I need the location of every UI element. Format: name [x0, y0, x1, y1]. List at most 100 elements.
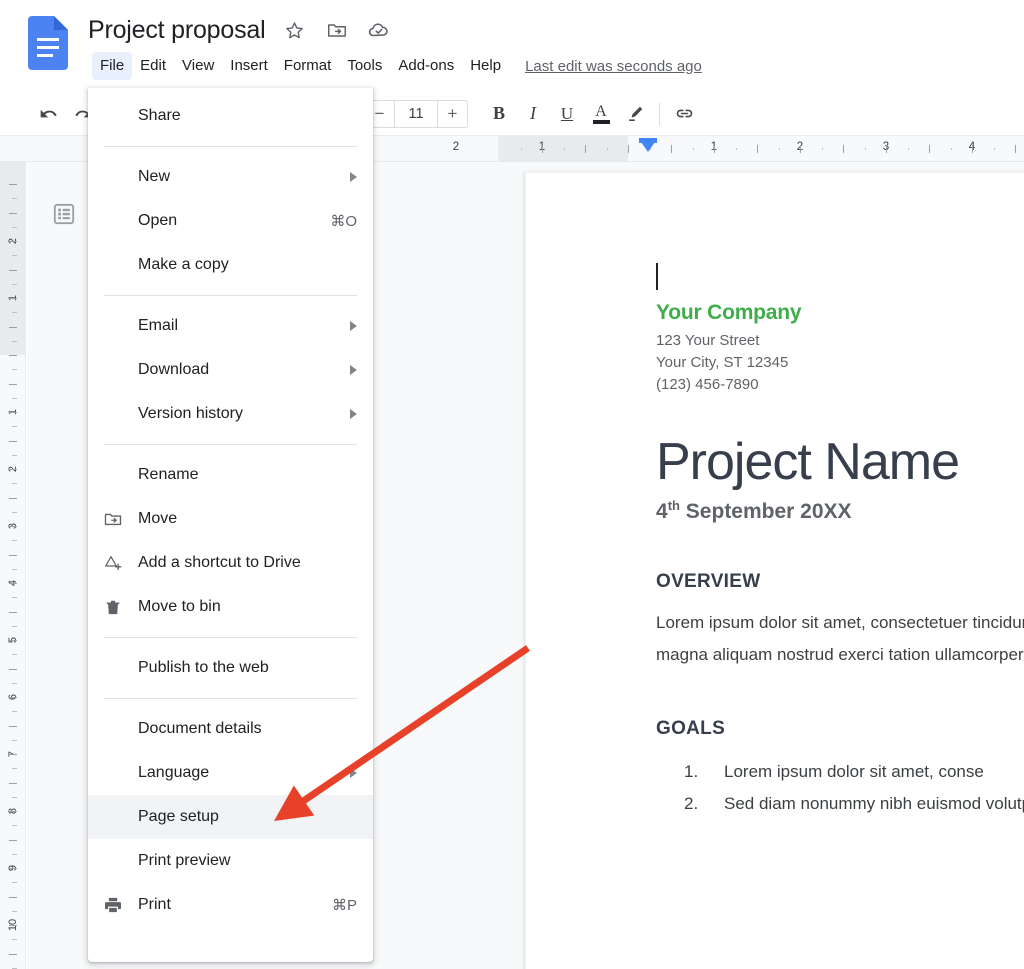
menu-item-page-setup[interactable]: Page setup — [88, 795, 373, 839]
menu-item-print-preview[interactable]: Print preview — [88, 839, 373, 883]
ruler-v-tick — [9, 697, 17, 698]
first-line-indent-marker[interactable] — [639, 139, 657, 152]
address-line-3: (123) 456-7890 — [656, 376, 759, 393]
menu-help[interactable]: Help — [462, 52, 509, 80]
ruler-v-tick — [9, 640, 17, 641]
menu-edit[interactable]: Edit — [132, 52, 174, 80]
ruler-v-minor-tick — [12, 796, 17, 798]
menu-add-ons[interactable]: Add-ons — [390, 52, 462, 80]
ruler-v-tick — [9, 526, 17, 527]
ruler-v-minor-tick — [12, 682, 17, 684]
menu-item-label: Download — [138, 361, 210, 378]
star-icon[interactable] — [282, 18, 307, 43]
menu-item-open[interactable]: Open ⌘O — [88, 199, 373, 243]
google-docs-logo[interactable] — [28, 16, 68, 70]
vertical-ruler[interactable]: 2112345678910 — [0, 162, 26, 969]
app-header: Project proposal File Edit View Insert F… — [0, 0, 1024, 88]
project-name-heading: Project Name — [656, 433, 960, 491]
ruler-h-tick — [585, 145, 586, 153]
menu-item-move[interactable]: Move — [88, 497, 373, 541]
menu-item-new[interactable]: New — [88, 155, 373, 199]
overview-paragraph: Lorem ipsum dolor sit amet, consectetuer… — [656, 613, 1024, 664]
address-line-1: 123 Your Street — [656, 332, 760, 349]
ruler-v-minor-tick — [12, 397, 17, 399]
ruler-h-tick — [929, 145, 930, 153]
ruler-v-minor-tick — [12, 568, 17, 570]
menu-file[interactable]: File — [92, 52, 133, 80]
menu-item-version-history[interactable]: Version history — [88, 392, 373, 436]
document-content: Your Company 123 Your Street Your City, … — [656, 263, 1024, 820]
menu-item-rename[interactable]: Rename — [88, 453, 373, 497]
menu-item-email[interactable]: Email — [88, 304, 373, 348]
undo-icon[interactable] — [32, 97, 66, 131]
cloud-saved-icon[interactable] — [366, 18, 391, 43]
ruler-v-tick — [9, 611, 17, 613]
menu-tools[interactable]: Tools — [339, 52, 390, 80]
menu-item-language[interactable]: Language — [88, 751, 373, 795]
ruler-h-tick — [714, 145, 715, 153]
ruler-v-tick — [9, 782, 17, 784]
ruler-h-minor-tick — [520, 148, 522, 150]
file-dropdown-menu[interactable]: Share New Open ⌘O Make a copy Email Download Ve… — [88, 88, 373, 962]
link-icon[interactable] — [667, 97, 701, 131]
menu-item-label: Print preview — [138, 852, 231, 869]
menu-item-label: Email — [138, 317, 179, 334]
menu-item-label: Share — [138, 107, 181, 124]
list-number: 2. — [684, 794, 699, 813]
ruler-v-minor-tick — [12, 340, 17, 342]
menu-item-print[interactable]: Print ⌘P — [88, 883, 373, 927]
document-page[interactable]: Your Company 123 Your Street Your City, … — [525, 172, 1024, 969]
font-size-increase-button[interactable]: + — [438, 100, 467, 127]
ruler-h-tick — [972, 145, 973, 153]
font-size-stepper: − 11 + — [364, 99, 468, 128]
ruler-v-minor-tick — [12, 198, 17, 200]
menu-item-document-details[interactable]: Document details — [88, 707, 373, 751]
menu-item-label: Move — [138, 510, 178, 527]
menu-item-move-to-bin[interactable]: Move to bin — [88, 585, 373, 629]
submenu-arrow-icon — [350, 365, 357, 375]
ruler-v-minor-tick — [12, 454, 17, 456]
ruler-v-tick — [9, 326, 17, 328]
menu-item-download[interactable]: Download — [88, 348, 373, 392]
highlighter-icon[interactable] — [618, 97, 652, 131]
ruler-v-minor-tick — [12, 739, 17, 741]
text-cursor — [656, 263, 658, 290]
project-date: 4th September 20XX — [656, 498, 1024, 524]
italic-button[interactable]: I — [516, 97, 550, 131]
menu-item-share[interactable]: Share — [88, 94, 373, 138]
company-name: Your Company — [656, 301, 802, 324]
last-edit-status[interactable]: Last edit was seconds ago — [525, 58, 702, 75]
menu-insert[interactable]: Insert — [222, 52, 276, 80]
menu-item-make-a-copy[interactable]: Make a copy — [88, 243, 373, 287]
list-text: Sed diam nonummy nibh euismod volutpat. — [724, 794, 1024, 813]
list-item: 1. Lorem ipsum dolor sit amet, conse — [656, 756, 1024, 788]
underline-button[interactable]: U — [550, 97, 584, 131]
list-text: Lorem ipsum dolor sit amet, conse — [724, 762, 984, 781]
ruler-v-tick — [9, 925, 17, 926]
move-to-folder-icon[interactable] — [324, 18, 349, 43]
bold-button[interactable]: B — [482, 97, 516, 131]
menu-item-label: Publish to the web — [138, 659, 269, 676]
date-ordinal-suffix: th — [667, 498, 680, 513]
ruler-h-tick — [757, 145, 758, 153]
font-size-input[interactable]: 11 — [394, 100, 438, 127]
menu-item-add-a-shortcut-to-drive[interactable]: Add a shortcut to Drive — [88, 541, 373, 585]
submenu-arrow-icon — [350, 409, 357, 419]
date-day: 4 — [656, 500, 668, 523]
show-document-outline-icon[interactable] — [44, 194, 84, 234]
ruler-h-minor-tick — [821, 148, 823, 150]
ruler-h-minor-tick — [907, 148, 909, 150]
menu-item-label: Version history — [138, 405, 243, 422]
date-rest: September 20XX — [679, 500, 852, 523]
menu-item-publish-to-the-web[interactable]: Publish to the web — [88, 646, 373, 690]
ruler-v-minor-tick — [12, 853, 17, 855]
trash-icon — [88, 597, 138, 617]
menu-format[interactable]: Format — [276, 52, 340, 80]
document-title[interactable]: Project proposal — [88, 16, 266, 45]
menu-view[interactable]: View — [174, 52, 222, 80]
text-color-button[interactable]: A — [584, 97, 618, 131]
ruler-h-tick — [1015, 145, 1016, 153]
goals-heading: GOALS — [656, 718, 726, 739]
menu-item-label: Print — [138, 896, 171, 913]
menu-item-label: Move to bin — [138, 598, 221, 615]
